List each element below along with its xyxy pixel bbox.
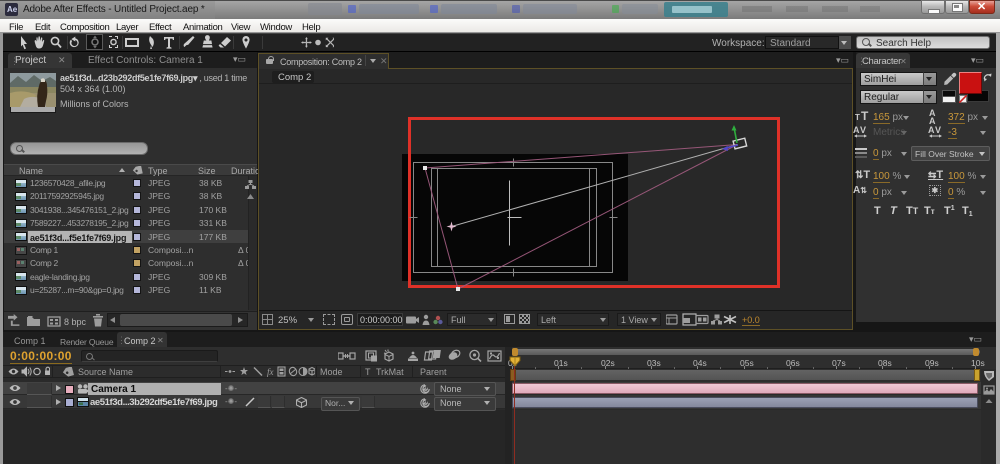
svg-text:A: A <box>853 125 860 135</box>
svg-text:fx: fx <box>267 367 274 377</box>
svg-text:A: A <box>928 125 935 135</box>
svg-text:8 bpc: 8 bpc <box>64 317 87 327</box>
svg-text:V: V <box>935 125 941 135</box>
svg-text:V: V <box>860 125 866 135</box>
svg-text:A: A <box>929 116 936 125</box>
